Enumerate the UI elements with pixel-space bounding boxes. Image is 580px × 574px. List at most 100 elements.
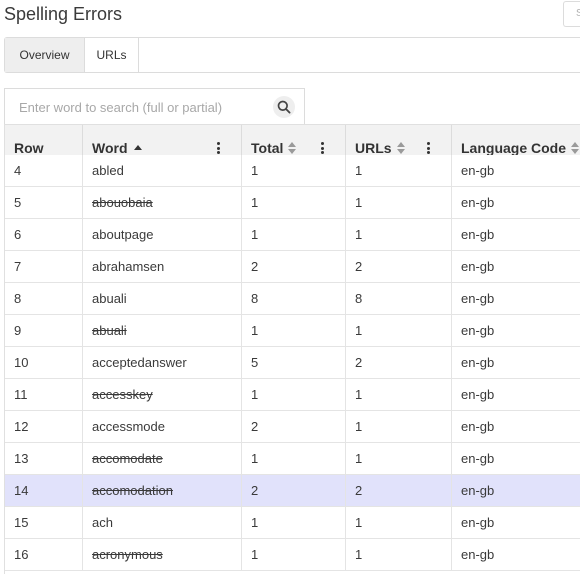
search-button[interactable]: [273, 96, 295, 118]
cell-row: 12: [5, 411, 83, 442]
cell-urls: 1: [346, 507, 452, 538]
cell-total: 8: [242, 283, 346, 314]
cell-row: 9: [5, 315, 83, 346]
cell-word: abouobaia: [83, 187, 242, 218]
word-search-input[interactable]: [5, 89, 270, 125]
cell-urls: 1: [346, 315, 452, 346]
sort-both-icon: [396, 142, 405, 154]
ignored-word: abouobaia: [92, 195, 153, 210]
cell-total: 1: [242, 187, 346, 218]
ignored-word: acronymous: [92, 547, 163, 562]
cell-language-code: en-gb: [461, 451, 495, 466]
cell-word: abuali: [83, 315, 242, 346]
table-row[interactable]: 16 acronymous 1 1 en-gb: [5, 539, 580, 571]
cell-row: 4: [5, 155, 83, 186]
ignored-word: accomodation: [92, 483, 173, 498]
cell-word: aboutpage: [83, 219, 242, 250]
cell-urls: 8: [346, 283, 452, 314]
table-row-selected[interactable]: 14 accomodation 2 2 en-gb: [5, 475, 580, 507]
cell-urls: 1: [346, 539, 452, 570]
table-row[interactable]: 12 accessmode 2 1 en-gb: [5, 411, 580, 443]
page-title: Spelling Errors: [4, 4, 123, 24]
table-row[interactable]: 10 acceptedanswer 5 2 en-gb: [5, 347, 580, 379]
cell-language-code: en-gb: [461, 195, 495, 210]
cell-word: accesskey: [83, 379, 242, 410]
cell-language-code: en-gb: [461, 163, 495, 178]
cell-row: 8: [5, 283, 83, 314]
cell-word: abrahamsen: [83, 251, 242, 282]
cell-row: 10: [5, 347, 83, 378]
cell-total: 2: [242, 251, 346, 282]
tab-overview[interactable]: Overview: [5, 38, 85, 72]
cell-row: 13: [5, 443, 83, 474]
cell-language-code: en-gb: [461, 323, 495, 338]
table-row[interactable]: 15 ach 1 1 en-gb: [5, 507, 580, 539]
table-row[interactable]: 8 abuali 8 8 en-gb: [5, 283, 580, 315]
cell-word: accessmode: [83, 411, 242, 442]
kebab-menu-icon[interactable]: [321, 142, 325, 154]
cell-total: 1: [242, 155, 346, 186]
table-row[interactable]: 11 accesskey 1 1 en-gb: [5, 379, 580, 411]
cell-urls: 1: [346, 443, 452, 474]
cell-word: acceptedanswer: [83, 347, 242, 378]
cell-total: 5: [242, 347, 346, 378]
cell-urls: 1: [346, 155, 452, 186]
cell-word: accomodation: [83, 475, 242, 506]
cell-row: 15: [5, 507, 83, 538]
cell-word: accomodate: [83, 443, 242, 474]
cell-total: 1: [242, 315, 346, 346]
cell-language-code: en-gb: [461, 419, 495, 434]
cell-row: 5: [5, 187, 83, 218]
cell-language-code: en-gb: [461, 355, 495, 370]
cell-row: 6: [5, 219, 83, 250]
cell-urls: 2: [346, 475, 452, 506]
cell-total: 1: [242, 539, 346, 570]
kebab-menu-icon[interactable]: [427, 142, 431, 154]
cell-total: 1: [242, 379, 346, 410]
cell-row: 16: [5, 539, 83, 570]
cell-urls: 1: [346, 187, 452, 218]
cell-word: ach: [83, 507, 242, 538]
table-row[interactable]: 9 abuali 1 1 en-gb: [5, 315, 580, 347]
cell-word: acronymous: [83, 539, 242, 570]
search-icon: [277, 100, 291, 114]
word-search-box: [4, 88, 305, 126]
kebab-menu-icon[interactable]: [217, 142, 221, 154]
table-row[interactable]: 13 accomodate 1 1 en-gb: [5, 443, 580, 475]
table-row[interactable]: 6 aboutpage 1 1 en-gb: [5, 219, 580, 251]
cell-language-code: en-gb: [461, 259, 495, 274]
ignored-word: abuali: [92, 323, 127, 338]
sort-asc-icon: [133, 145, 142, 150]
cell-total: 2: [242, 411, 346, 442]
cell-language-code: en-gb: [461, 227, 495, 242]
cell-urls: 2: [346, 347, 452, 378]
top-search-field[interactable]: S: [563, 1, 580, 27]
cell-row: 11: [5, 379, 83, 410]
cell-urls: 1: [346, 379, 452, 410]
spelling-errors-panel: Spelling Errors S Overview URLs Row Word…: [0, 0, 580, 574]
cell-total: 1: [242, 219, 346, 250]
cell-language-code: en-gb: [461, 483, 495, 498]
table-row[interactable]: 7 abrahamsen 2 2 en-gb: [5, 251, 580, 283]
sort-both-icon: [571, 142, 580, 154]
cell-language-code: en-gb: [461, 547, 495, 562]
cell-row: 14: [5, 475, 83, 506]
spelling-errors-table: Row Word Total URLs Language Code 4 able…: [4, 124, 580, 574]
cell-urls: 2: [346, 251, 452, 282]
tab-urls[interactable]: URLs: [85, 38, 139, 72]
table-row[interactable]: 4 abled 1 1 en-gb: [5, 155, 580, 187]
cell-language-code: en-gb: [461, 515, 495, 530]
cell-word: abuali: [83, 283, 242, 314]
cell-language-code: en-gb: [461, 387, 495, 402]
cell-language-code: en-gb: [461, 291, 495, 306]
cell-row: 7: [5, 251, 83, 282]
cell-urls: 1: [346, 411, 452, 442]
cell-total: 1: [242, 507, 346, 538]
ignored-word: accesskey: [92, 387, 153, 402]
cell-total: 1: [242, 443, 346, 474]
cell-urls: 1: [346, 219, 452, 250]
table-row[interactable]: 5 abouobaia 1 1 en-gb: [5, 187, 580, 219]
cell-word: abled: [83, 155, 242, 186]
ignored-word: accomodate: [92, 451, 163, 466]
cell-total: 2: [242, 475, 346, 506]
